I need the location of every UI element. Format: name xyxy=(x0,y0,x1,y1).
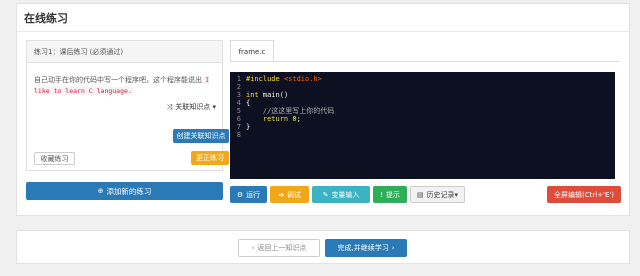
line-number: 2 xyxy=(236,83,241,91)
favorite-exercise-button[interactable]: 收藏练习 xyxy=(34,152,75,165)
line-number: 8 xyxy=(236,131,241,139)
code-token: return xyxy=(246,115,289,123)
chevron-right-icon: › xyxy=(391,244,395,252)
shuffle-icon: ⤨ xyxy=(166,103,173,111)
line-number: 5 xyxy=(236,107,241,115)
arrow-right-icon: ➜ xyxy=(278,190,284,199)
history-list-icon: ▤ xyxy=(416,190,424,199)
finish-continue-label: 完成,并继续学习 xyxy=(337,244,389,252)
related-knowledge-label: 关联知识点 xyxy=(175,103,211,111)
practice-panel: 在线练习 练习1：课后练习 (必须通过) 自己动手在你的代码中写一个程序吧，这个… xyxy=(16,3,630,216)
run-button[interactable]: ⚙ 运行 xyxy=(230,186,267,203)
line-number: 7 xyxy=(236,123,241,131)
add-exercise-button[interactable]: ⊕ 添加新的练习 xyxy=(26,182,223,200)
line-number: 3 xyxy=(236,91,241,99)
chevron-left-icon: ‹ xyxy=(251,244,255,252)
line-number: 6 xyxy=(236,115,241,123)
navigation-panel: ‹ 返回上一知识点 完成,并继续学习 › xyxy=(16,230,630,264)
caret-down-icon: ▾ xyxy=(454,190,459,199)
code-token: int xyxy=(246,91,259,99)
code-token: #include xyxy=(246,75,280,83)
line-number: 4 xyxy=(236,99,241,107)
code-editor[interactable]: 1 #include <stdio.h> 2 3 int main() 4 { 5 /… xyxy=(230,72,615,179)
gear-icon: ⚙ xyxy=(236,190,244,199)
debug-button[interactable]: ➜ 调试 xyxy=(270,186,309,203)
create-related-button[interactable]: 创建关联知识点 xyxy=(173,129,229,143)
line-number: 1 xyxy=(236,75,241,83)
title-divider xyxy=(17,31,629,32)
previous-knowledge-button[interactable]: ‹ 返回上一知识点 xyxy=(238,239,320,257)
exercise-header: 练习1：课后练习 (必须通过) xyxy=(27,41,222,63)
code-token: main() xyxy=(258,91,289,99)
hint-label: 提示 xyxy=(385,190,400,199)
edit-icon: ✎ xyxy=(322,190,329,199)
code-token: ; xyxy=(296,115,301,123)
history-dropdown[interactable]: ▤ 历史记录 ▾ xyxy=(410,186,465,203)
add-exercise-label: 添加新的练习 xyxy=(106,186,152,196)
code-token: 0 xyxy=(288,115,297,123)
exercise-card: 练习1：课后练习 (必须通过) 自己动手在你的代码中写一个程序吧，这个程序能说出… xyxy=(26,40,229,171)
hint-button[interactable]: ! 提示 xyxy=(373,186,407,203)
previous-knowledge-label: 返回上一知识点 xyxy=(257,244,307,252)
page-title: 在线练习 xyxy=(24,12,68,25)
exclamation-icon: ! xyxy=(380,190,383,199)
code-comment: //这这里写上你的代码 xyxy=(246,107,335,115)
variable-input-label: 变量输入 xyxy=(331,190,360,199)
tab-divider xyxy=(230,61,620,62)
fullscreen-edit-button[interactable]: 全屏编辑(Ctrl+'E') xyxy=(547,186,621,203)
related-knowledge-dropdown[interactable]: ⤨ 关联知识点 ▾ xyxy=(167,102,216,112)
code-token: { xyxy=(246,99,251,107)
debug-label: 调试 xyxy=(286,190,301,199)
correct-exercise-button[interactable]: 更正练习 xyxy=(191,151,229,165)
run-label: 运行 xyxy=(246,190,261,199)
code-token: } xyxy=(246,123,251,131)
history-label: 历史记录 xyxy=(426,190,455,199)
exercise-description: 自己动手在你的代码中写一个程序吧，这个程序能说出 I like to learn… xyxy=(34,75,214,97)
tab-frame-c[interactable]: frame.c xyxy=(230,40,274,62)
exercise-text-before: 自己动手在你的代码中写一个程序吧，这个程序能说出 xyxy=(34,76,202,84)
code-token: <stdio.h> xyxy=(279,75,322,83)
finish-continue-button[interactable]: 完成,并继续学习 › xyxy=(325,239,407,257)
caret-down-icon: ▾ xyxy=(210,103,216,111)
variable-input-button[interactable]: ✎ 变量输入 xyxy=(312,186,370,203)
plus-circle-icon: ⊕ xyxy=(97,187,104,195)
